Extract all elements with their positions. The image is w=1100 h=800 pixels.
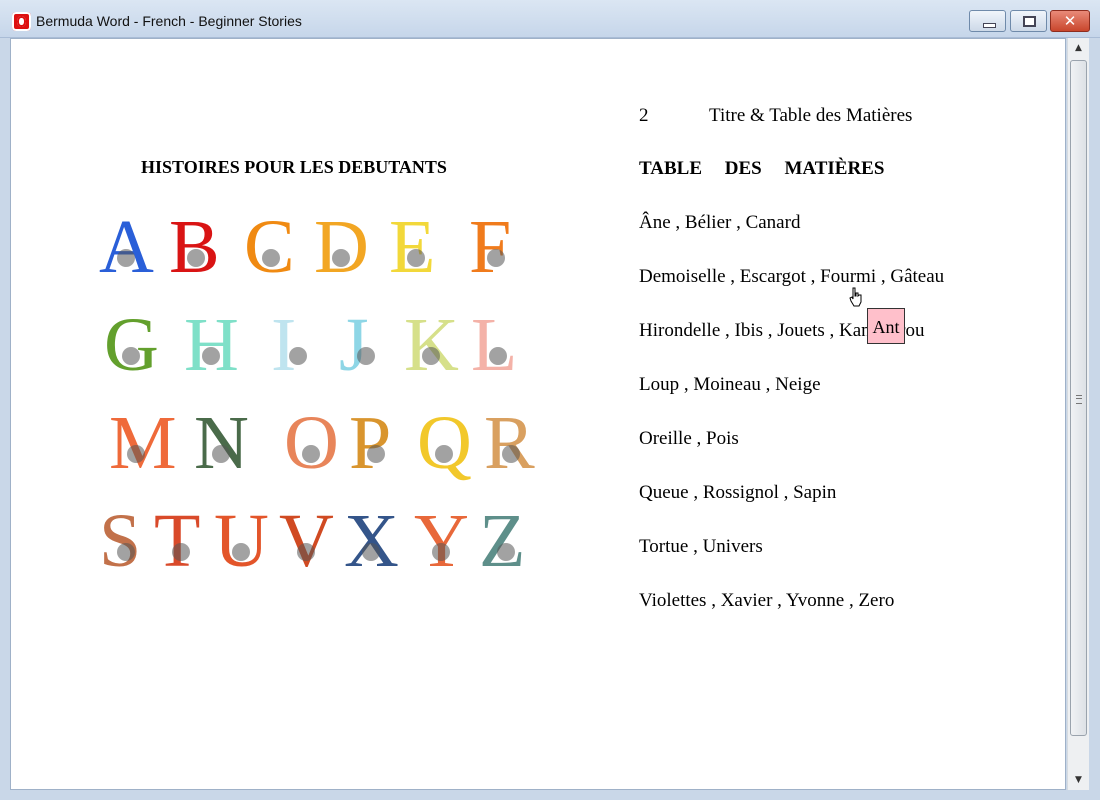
decorated-letter-m: M bbox=[109, 401, 177, 485]
decorated-letter-j: J bbox=[339, 307, 375, 383]
decorated-letter-y: Y bbox=[414, 499, 469, 583]
toc-line-a-c[interactable]: Âne , Bélier , Canard bbox=[639, 212, 800, 234]
decorated-letter-d: D bbox=[314, 205, 369, 289]
close-icon: ✕ bbox=[1063, 12, 1077, 30]
animal-illustration-icon bbox=[332, 249, 350, 267]
decorated-letter-u: U bbox=[214, 499, 269, 583]
animal-illustration-icon bbox=[212, 445, 230, 463]
animal-illustration-icon bbox=[187, 249, 205, 267]
animal-illustration-icon bbox=[232, 543, 250, 561]
animal-illustration-icon bbox=[489, 347, 507, 365]
document-area: HISTOIRES POUR LES DEBUTANTS ABCDEFGHIJK… bbox=[10, 38, 1066, 790]
animal-illustration-icon bbox=[117, 543, 135, 561]
animal-illustration-icon bbox=[502, 445, 520, 463]
animal-illustration-icon bbox=[127, 445, 145, 463]
decorated-letter-f: F bbox=[469, 205, 512, 289]
decorated-letter-q: Q bbox=[417, 401, 472, 485]
translation-tooltip: Ant bbox=[867, 308, 905, 344]
decorated-letter-e: E bbox=[389, 205, 436, 289]
page-number: 2 bbox=[639, 105, 649, 126]
decorated-letter-t: T bbox=[154, 499, 201, 583]
animal-illustration-icon bbox=[497, 543, 515, 561]
window-frame: HISTOIRES POUR LES DEBUTANTS ABCDEFGHIJK… bbox=[0, 38, 1100, 800]
animal-illustration-icon bbox=[289, 347, 307, 365]
decorated-letter-h: H bbox=[184, 303, 239, 387]
decorated-letter-z: Z bbox=[479, 499, 526, 583]
scroll-down-arrow-icon[interactable]: ▼ bbox=[1068, 771, 1089, 789]
decorated-letter-a: A bbox=[99, 205, 154, 289]
decorated-letter-x: X bbox=[344, 499, 399, 583]
page-header: Titre & Table des Matières bbox=[709, 105, 913, 126]
toc-line-t-u[interactable]: Tortue , Univers bbox=[639, 536, 763, 558]
toc-heading: TABLE DES MATIÈRES bbox=[639, 158, 885, 179]
animal-illustration-icon bbox=[262, 249, 280, 267]
window-title: Bermuda Word - French - Beginner Stories bbox=[36, 13, 302, 29]
decorated-letter-o: O bbox=[284, 401, 339, 485]
hand-cursor-icon bbox=[849, 287, 862, 307]
alphabet-row: GHIJKL bbox=[99, 307, 549, 405]
decorated-letter-v: V bbox=[279, 499, 334, 583]
animal-illustration-icon bbox=[357, 347, 375, 365]
animal-illustration-icon bbox=[302, 445, 320, 463]
animal-illustration-icon bbox=[422, 347, 440, 365]
maximize-button[interactable] bbox=[1010, 10, 1047, 32]
animal-illustration-icon bbox=[117, 249, 135, 267]
animal-illustration-icon bbox=[297, 543, 315, 561]
decorated-letter-i: I bbox=[271, 307, 307, 383]
decorated-letter-b: B bbox=[169, 205, 220, 289]
alphabet-row: ABCDEF bbox=[99, 209, 549, 307]
animal-illustration-icon bbox=[432, 543, 450, 561]
decorated-letter-g: G bbox=[104, 303, 159, 387]
grip-icon bbox=[1076, 395, 1082, 404]
app-icon bbox=[12, 12, 31, 31]
animal-illustration-icon bbox=[367, 445, 385, 463]
alphabet-row: MNOPQR bbox=[99, 405, 549, 503]
animal-illustration-icon bbox=[362, 543, 380, 561]
animal-illustration-icon bbox=[172, 543, 190, 561]
scroll-thumb[interactable] bbox=[1070, 60, 1087, 736]
scroll-up-arrow-icon[interactable]: ▲ bbox=[1068, 39, 1089, 57]
book-title: HISTOIRES POUR LES DEBUTANTS bbox=[141, 157, 447, 177]
vertical-scrollbar[interactable]: ▲ ▼ bbox=[1067, 38, 1089, 790]
animal-illustration-icon bbox=[122, 347, 140, 365]
close-button[interactable]: ✕ bbox=[1050, 10, 1090, 32]
decorated-letter-p: P bbox=[349, 401, 392, 485]
animal-illustration-icon bbox=[202, 347, 220, 365]
animal-illustration-icon bbox=[435, 445, 453, 463]
minimize-button[interactable] bbox=[969, 10, 1006, 32]
toc-line-d-g[interactable]: Demoiselle , Escargot , Fourmi , Gâteau bbox=[639, 266, 944, 288]
toc-line-v-z[interactable]: Violettes , Xavier , Yvonne , Zero bbox=[639, 590, 894, 612]
decorated-letter-r: R bbox=[484, 401, 535, 485]
decorated-letter-c: C bbox=[244, 205, 295, 289]
toc-line-q-s[interactable]: Queue , Rossignol , Sapin bbox=[639, 482, 836, 504]
toc-line-o-p[interactable]: Oreille , Pois bbox=[639, 428, 739, 450]
animal-illustration-icon bbox=[487, 249, 505, 267]
decorated-letter-s: S bbox=[99, 499, 142, 583]
decorated-letter-n: N bbox=[194, 401, 249, 485]
title-bar: Bermuda Word - French - Beginner Stories… bbox=[0, 0, 1100, 38]
decorated-letter-l: L bbox=[471, 303, 518, 387]
toc-line-l-n[interactable]: Loup , Moineau , Neige bbox=[639, 374, 821, 396]
alphabet-illustration: ABCDEFGHIJKLMNOPQRSTUVXYZ bbox=[99, 209, 549, 601]
decorated-letter-k: K bbox=[404, 303, 459, 387]
animal-illustration-icon bbox=[407, 249, 425, 267]
alphabet-row: STUVXYZ bbox=[99, 503, 549, 601]
